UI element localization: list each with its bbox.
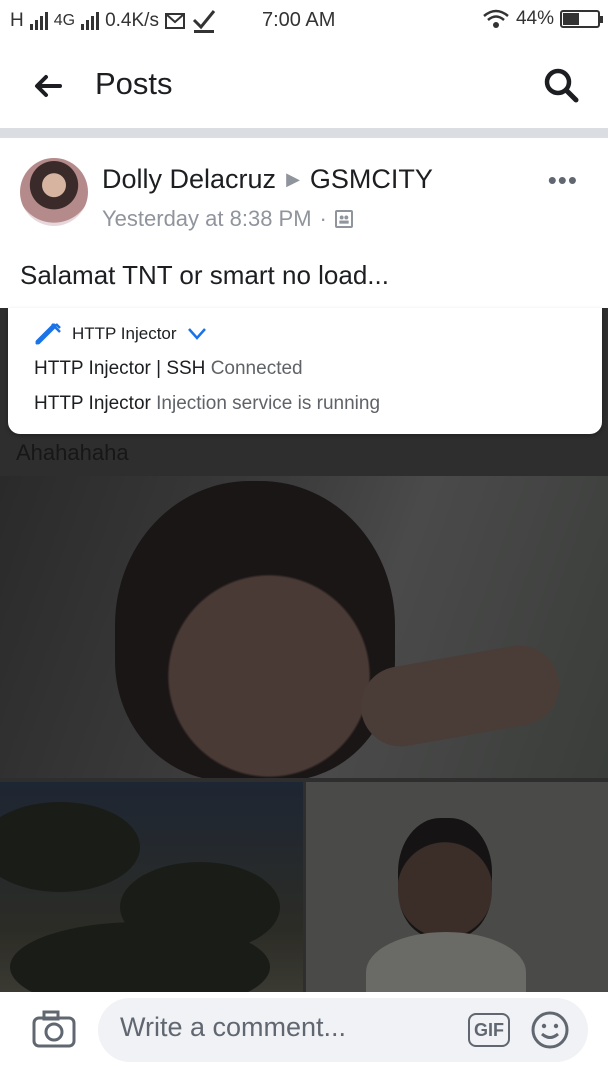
notification-line-2: HTTP Injector Injection service is runni… xyxy=(34,393,380,415)
post-photo-3[interactable] xyxy=(306,782,608,992)
more-options-button[interactable]: ••• xyxy=(548,165,578,196)
post-timestamp[interactable]: Yesterday at 8:38 PM xyxy=(102,206,312,232)
palm-tree-shape xyxy=(0,802,140,892)
chevron-down-icon[interactable] xyxy=(187,327,207,341)
post-meta: Yesterday at 8:38 PM · xyxy=(102,206,353,232)
comment-placeholder: Write a comment... xyxy=(120,1012,347,1042)
photo-subject-shirt xyxy=(366,932,526,992)
gif-button[interactable]: GIF xyxy=(468,1013,510,1047)
group-name[interactable]: GSMCITY xyxy=(310,164,433,195)
battery-icon xyxy=(560,10,603,28)
clock: 7:00 AM xyxy=(262,9,336,31)
system-notification[interactable]: HTTP Injector HTTP Injector | SSH Connec… xyxy=(8,308,602,434)
photo-subject-2 xyxy=(398,818,492,938)
post-text-continued: Ahahahaha xyxy=(16,440,129,465)
wifi-icon xyxy=(483,9,509,28)
notification-line-2-message: Injection service is running xyxy=(156,393,381,414)
post-photo-1[interactable] xyxy=(0,476,608,778)
notification-line-1-message: Connected xyxy=(210,358,303,379)
photo-subject xyxy=(115,481,395,778)
battery-percent: 44% xyxy=(515,8,554,29)
check-download-icon xyxy=(192,10,216,33)
battery-fill xyxy=(563,13,579,25)
smiley-icon[interactable] xyxy=(530,1010,570,1050)
syringe-icon xyxy=(35,323,61,345)
group-privacy-icon xyxy=(334,210,353,228)
author-line: Dolly Delacruz ▶ GSMCITY xyxy=(102,164,433,195)
share-to-arrow-icon: ▶ xyxy=(286,169,300,189)
network-4g-label: 4G xyxy=(53,12,76,29)
notification-header: HTTP Injector xyxy=(34,322,207,346)
notification-app-name: HTTP Injector xyxy=(72,324,177,343)
mail-icon xyxy=(164,13,185,29)
app-header: Posts xyxy=(0,42,608,128)
back-arrow-icon[interactable] xyxy=(30,68,66,104)
signal-icon xyxy=(29,12,48,30)
meta-separator: · xyxy=(319,206,327,231)
post-text: Salamat TNT or smart no load... xyxy=(20,260,389,290)
notification-line-2-app: HTTP Injector xyxy=(34,393,151,414)
status-left: H 4G 0.4K/s xyxy=(10,8,217,34)
status-bar: H 4G 0.4K/s 7:00 AM 44% xyxy=(0,0,608,42)
header-divider xyxy=(0,128,608,138)
post-photo-2[interactable] xyxy=(0,782,303,992)
signal-icon-2 xyxy=(81,12,100,30)
notification-line-1: HTTP Injector | SSH Connected xyxy=(34,358,303,380)
notification-line-1-app: HTTP Injector | SSH xyxy=(34,358,206,379)
search-icon[interactable] xyxy=(542,66,580,104)
network-speed: 0.4K/s xyxy=(105,10,159,31)
page-title: Posts xyxy=(95,66,173,101)
status-right: 44% xyxy=(482,8,603,30)
network-h-label: H xyxy=(10,10,24,31)
author-name[interactable]: Dolly Delacruz xyxy=(102,164,276,195)
comment-bar: Write a comment... GIF xyxy=(0,992,608,1080)
camera-icon[interactable] xyxy=(32,1010,76,1048)
author-avatar[interactable] xyxy=(20,158,88,226)
